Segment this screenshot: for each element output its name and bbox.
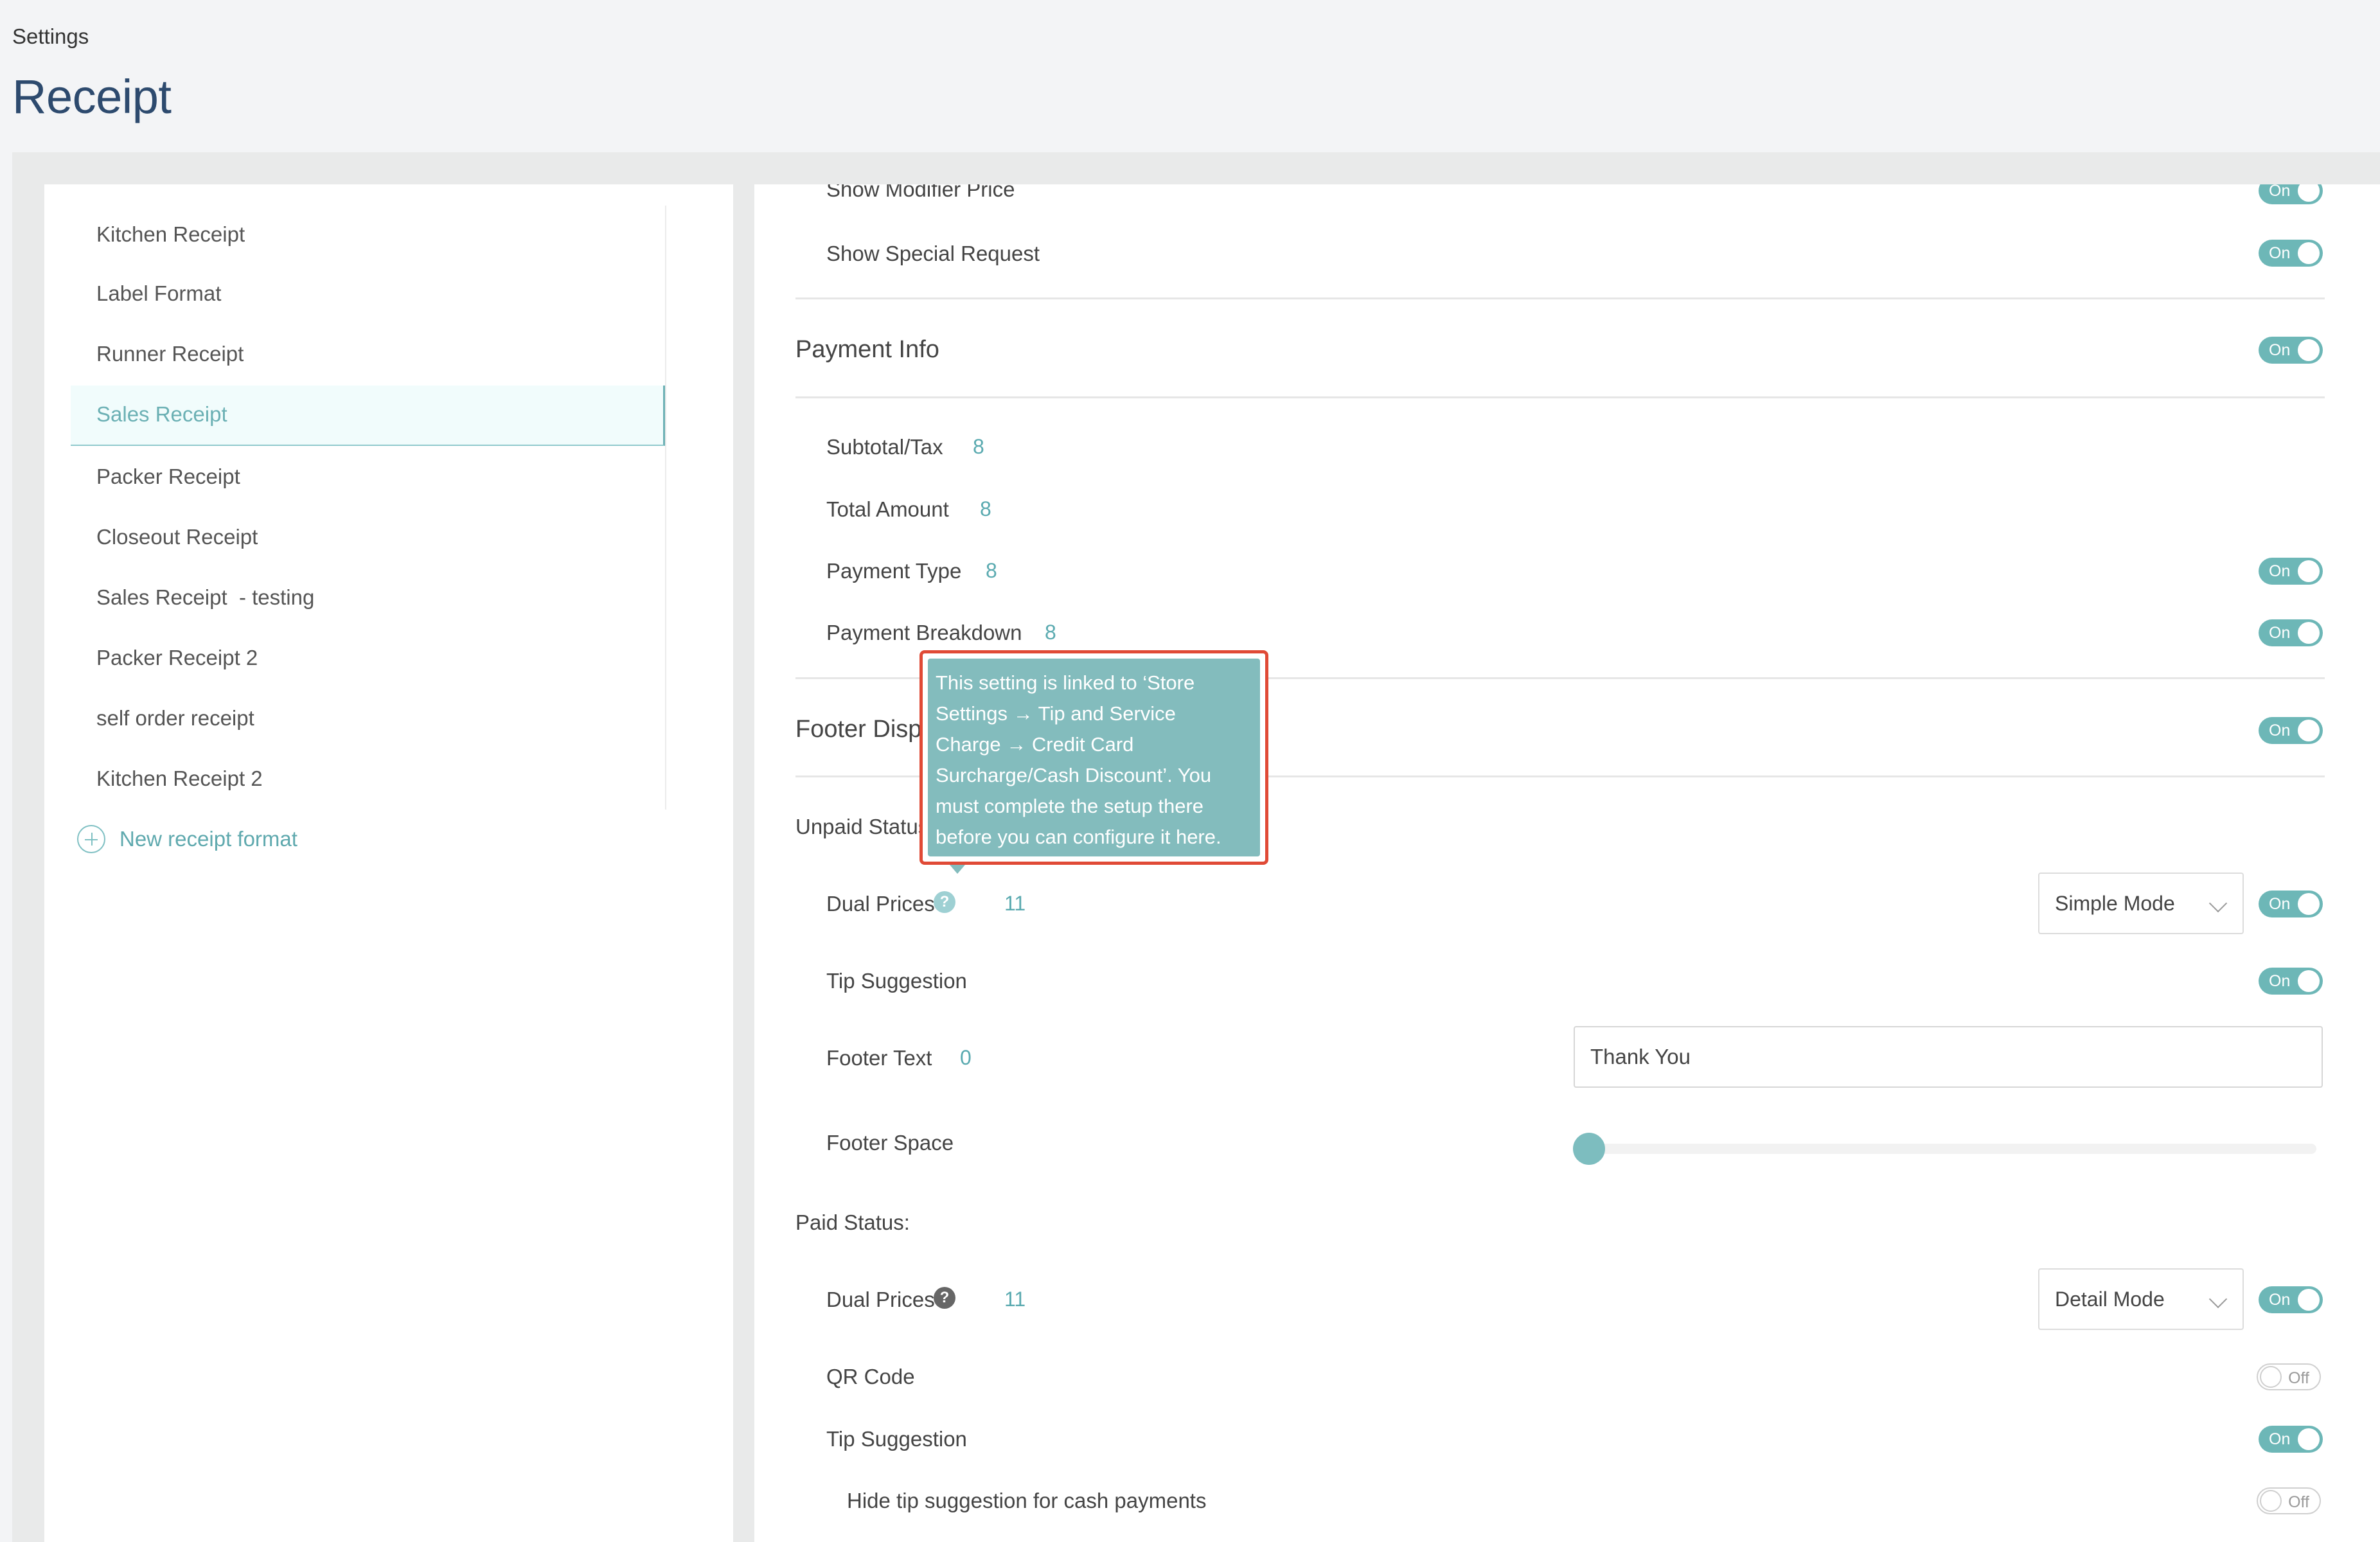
tooltip-line: Charge → Credit Card — [936, 733, 1134, 756]
help-icon[interactable]: ? — [934, 1287, 955, 1309]
tooltip-line: Settings → Tip and Service — [936, 702, 1176, 725]
dual-prices-tooltip: This setting is linked to ‘Store Setting… — [919, 650, 1268, 865]
total-amount-value[interactable]: 8 — [980, 497, 991, 521]
paid-dual-prices-label: Dual Prices — [826, 1288, 935, 1311]
sidebar-item-label: self order receipt — [96, 706, 254, 730]
select-value: Detail Mode — [2055, 1288, 2165, 1311]
chevron-down-icon — [2208, 1289, 2228, 1309]
sidebar-item-packer-receipt[interactable]: Packer Receipt — [71, 448, 665, 506]
unpaid-dual-prices-label: Dual Prices — [826, 892, 935, 916]
paid-dual-prices-value[interactable]: 11 — [1004, 1288, 1026, 1311]
tooltip-line: Surcharge/Cash Discount’. You — [936, 764, 1212, 786]
payment-info-title: Payment Info — [795, 336, 939, 363]
sidebar-item-label: Kitchen Receipt 2 — [96, 767, 263, 790]
sidebar-item-kitchen-receipt[interactable]: Kitchen Receipt — [71, 206, 665, 263]
chevron-down-icon — [2208, 894, 2228, 913]
payment-type-value[interactable]: 8 — [986, 559, 997, 583]
footer-space-label: Footer Space — [826, 1131, 954, 1155]
sidebar-item-label: Sales Receipt — [96, 402, 227, 426]
sidebar-item-closeout-receipt[interactable]: Closeout Receipt — [71, 508, 665, 566]
footer-text-count[interactable]: 0 — [960, 1046, 972, 1070]
unpaid-tip-suggestion-toggle[interactable]: On — [2259, 968, 2323, 995]
sidebar-item-sales-receipt-testing[interactable]: Sales Receipt - testing — [71, 569, 665, 626]
payment-breakdown-value[interactable]: 8 — [1045, 621, 1056, 644]
payment-type-label: Payment Type — [826, 559, 962, 583]
qr-code-toggle[interactable]: Off — [2257, 1363, 2321, 1390]
show-special-request-label: Show Special Request — [826, 242, 1040, 265]
total-amount-label: Total Amount — [826, 497, 949, 521]
select-value: Simple Mode — [2055, 892, 2175, 915]
subtotal-tax-value[interactable]: 8 — [973, 435, 984, 459]
list-divider — [665, 206, 666, 810]
footer-display-toggle[interactable]: On — [2259, 717, 2323, 744]
paid-tip-suggestion-toggle[interactable]: On — [2259, 1426, 2323, 1453]
sidebar-item-label: Runner Receipt — [96, 342, 244, 366]
paid-dual-prices-mode-select[interactable]: Detail Mode — [2038, 1268, 2244, 1330]
new-receipt-format-label: New receipt format — [120, 827, 298, 851]
qr-code-label: QR Code — [826, 1365, 915, 1388]
payment-type-toggle[interactable]: On — [2259, 558, 2323, 585]
paid-status-label: Paid Status: — [795, 1210, 910, 1234]
hide-tip-cash-toggle[interactable]: Off — [2257, 1487, 2321, 1514]
unpaid-status-label: Unpaid Status: — [795, 815, 935, 838]
sidebar-item-runner-receipt[interactable]: Runner Receipt — [71, 325, 665, 383]
paid-dual-prices-toggle[interactable]: On — [2259, 1286, 2323, 1313]
sidebar-item-self-order-receipt[interactable]: self order receipt — [71, 689, 665, 747]
unpaid-dual-prices-toggle[interactable]: On — [2259, 891, 2323, 917]
sidebar-item-label: Packer Receipt 2 — [96, 646, 258, 669]
plus-circle-icon — [77, 825, 105, 853]
tooltip-text: This setting is linked to ‘Store Setting… — [928, 659, 1260, 856]
unpaid-dual-prices-value[interactable]: 11 — [1004, 892, 1026, 916]
show-special-request-toggle[interactable]: On — [2259, 240, 2323, 267]
sidebar-item-label: Packer Receipt — [96, 465, 240, 488]
footer-text-input[interactable] — [1574, 1026, 2323, 1088]
tooltip-arrow — [950, 865, 965, 874]
help-icon[interactable]: ? — [934, 891, 955, 913]
sidebar-item-label: Closeout Receipt — [96, 525, 258, 549]
sidebar-item-label: Sales Receipt - testing — [96, 585, 315, 609]
divider — [795, 297, 2325, 299]
tooltip-line: must complete the setup there — [936, 795, 1204, 817]
payment-breakdown-label: Payment Breakdown — [826, 621, 1022, 644]
sidebar-item-sales-receipt[interactable]: Sales Receipt — [71, 386, 665, 446]
payment-breakdown-toggle[interactable]: On — [2259, 619, 2323, 646]
unpaid-dual-prices-mode-select[interactable]: Simple Mode — [2038, 873, 2244, 934]
sidebar-item-label: Kitchen Receipt — [96, 222, 245, 246]
sidebar-item-packer-receipt-2[interactable]: Packer Receipt 2 — [71, 629, 665, 687]
sidebar-item-label-format[interactable]: Label Format — [71, 265, 665, 323]
page-title: Receipt — [12, 70, 172, 123]
subtotal-tax-label: Subtotal/Tax — [826, 435, 943, 459]
hide-tip-cash-label: Hide tip suggestion for cash payments — [847, 1489, 1207, 1512]
paid-tip-suggestion-label: Tip Suggestion — [826, 1427, 967, 1451]
divider — [795, 396, 2325, 398]
unpaid-tip-suggestion-label: Tip Suggestion — [826, 969, 967, 993]
tooltip-line: before you can configure it here. — [936, 826, 1221, 848]
payment-info-toggle[interactable]: On — [2259, 337, 2323, 364]
breadcrumb[interactable]: Settings — [12, 24, 89, 49]
scroll-mask — [754, 152, 2380, 184]
footer-space-slider-handle[interactable] — [1573, 1133, 1605, 1165]
footer-space-slider-track[interactable] — [1574, 1144, 2316, 1154]
footer-text-label: Footer Text — [826, 1046, 932, 1070]
sidebar-item-kitchen-receipt-2[interactable]: Kitchen Receipt 2 — [71, 750, 665, 808]
new-receipt-format-button[interactable]: New receipt format — [77, 824, 298, 855]
sidebar-item-label: Label Format — [96, 281, 222, 305]
tooltip-line: This setting is linked to ‘Store — [936, 671, 1195, 694]
